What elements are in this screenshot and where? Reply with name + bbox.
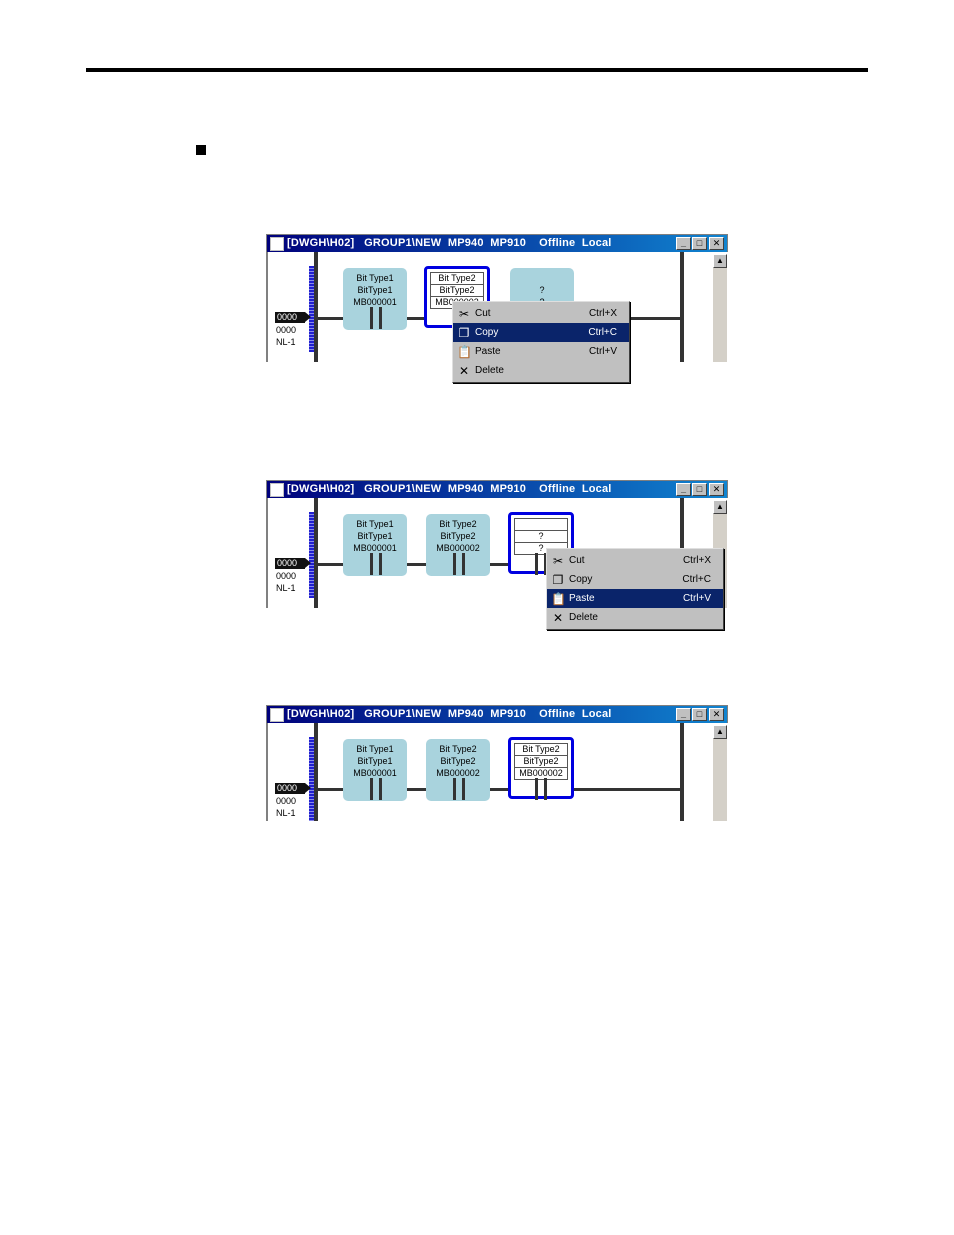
section-bullet	[196, 145, 206, 155]
right-power-rail	[680, 252, 684, 362]
menu-item-paste[interactable]: 📋 Paste Ctrl+V	[453, 342, 629, 361]
title-bar[interactable]: [DWGH\H02] GROUP1\NEW MP940 MP910 Offlin…	[266, 480, 728, 499]
menu-item-copy[interactable]: ❐ Copy Ctrl+C	[453, 323, 629, 342]
ladder-canvas[interactable]: 0000 0000 NL-1 Bit Type1 BitType1 MB0000…	[266, 723, 730, 821]
minimize-button[interactable]: _	[676, 483, 691, 496]
menu-item-cut[interactable]: ✂ Cut Ctrl+X	[547, 551, 723, 570]
step-address: 0000	[276, 796, 297, 806]
maximize-button[interactable]: □	[692, 483, 707, 496]
left-power-rail	[314, 498, 318, 608]
window-title: [DWGH\H02] GROUP1\NEW MP940 MP910 Offlin…	[287, 483, 612, 495]
copy-icon: ❐	[458, 326, 470, 340]
ladder-window-1: [DWGH\H02] GROUP1\NEW MP940 MP910 Offlin…	[266, 234, 730, 383]
delete-x-icon: ✕	[458, 364, 470, 378]
scroll-up-arrow-icon[interactable]: ▲	[713, 254, 727, 268]
close-button[interactable]: ✕	[709, 708, 724, 721]
close-button[interactable]: ✕	[709, 237, 724, 250]
ladder-window-3: [DWGH\H02] GROUP1\NEW MP940 MP910 Offlin…	[266, 705, 730, 823]
rung-selection-bar[interactable]	[309, 737, 314, 821]
step-number-tag[interactable]: 0000	[275, 558, 311, 569]
minimize-button[interactable]: _	[676, 237, 691, 250]
scissors-icon: ✂	[458, 307, 470, 321]
vertical-scrollbar[interactable]: ▲	[712, 725, 727, 821]
context-menu: ✂ Cut Ctrl+X ❐ Copy Ctrl+C 📋 Paste Ctrl+…	[546, 548, 724, 630]
no-contact-symbol	[357, 307, 395, 329]
menu-item-cut[interactable]: ✂ Cut Ctrl+X	[453, 304, 629, 323]
rung-selection-bar[interactable]	[309, 266, 314, 352]
title-bar[interactable]: [DWGH\H02] GROUP1\NEW MP940 MP910 Offlin…	[266, 234, 728, 253]
window-icon	[270, 708, 284, 722]
step-number-tag[interactable]: 0000	[275, 783, 311, 794]
menu-item-delete[interactable]: ✕ Delete	[547, 608, 723, 627]
context-menu: ✂ Cut Ctrl+X ❐ Copy Ctrl+C 📋 Paste Ctrl+…	[452, 301, 630, 383]
rung-selection-bar[interactable]	[309, 512, 314, 598]
menu-item-paste[interactable]: 📋 Paste Ctrl+V	[547, 589, 723, 608]
no-contact-symbol	[440, 778, 478, 800]
step-label: NL-1	[276, 337, 296, 347]
scroll-up-arrow-icon[interactable]: ▲	[713, 500, 727, 514]
maximize-button[interactable]: □	[692, 237, 707, 250]
right-power-rail	[680, 723, 684, 821]
copy-icon: ❐	[552, 573, 564, 587]
paste-icon: 📋	[551, 592, 566, 606]
window-title: [DWGH\H02] GROUP1\NEW MP940 MP910 Offlin…	[287, 708, 612, 720]
delete-x-icon: ✕	[552, 611, 564, 625]
paste-icon: 📋	[457, 345, 472, 359]
window-title: [DWGH\H02] GROUP1\NEW MP940 MP910 Offlin…	[287, 237, 612, 249]
step-address: 0000	[276, 571, 297, 581]
vertical-scrollbar[interactable]: ▲	[712, 254, 727, 362]
menu-item-copy[interactable]: ❐ Copy Ctrl+C	[547, 570, 723, 589]
scissors-icon: ✂	[552, 554, 564, 568]
step-number-tag[interactable]: 0000	[275, 312, 311, 323]
window-icon	[270, 483, 284, 497]
ladder-window-2: [DWGH\H02] GROUP1\NEW MP940 MP910 Offlin…	[266, 480, 730, 630]
minimize-button[interactable]: _	[676, 708, 691, 721]
top-rule	[86, 68, 868, 72]
maximize-button[interactable]: □	[692, 708, 707, 721]
window-icon	[270, 237, 284, 251]
step-label: NL-1	[276, 583, 296, 593]
step-address: 0000	[276, 325, 297, 335]
no-contact-symbol	[522, 778, 560, 800]
no-contact-symbol	[357, 553, 395, 575]
no-contact-symbol	[357, 778, 395, 800]
no-contact-symbol	[440, 553, 478, 575]
left-power-rail	[314, 252, 318, 362]
scroll-up-arrow-icon[interactable]: ▲	[713, 725, 727, 739]
title-bar[interactable]: [DWGH\H02] GROUP1\NEW MP940 MP910 Offlin…	[266, 705, 728, 724]
menu-item-delete[interactable]: ✕ Delete	[453, 361, 629, 380]
step-label: NL-1	[276, 808, 296, 818]
left-power-rail	[314, 723, 318, 821]
close-button[interactable]: ✕	[709, 483, 724, 496]
